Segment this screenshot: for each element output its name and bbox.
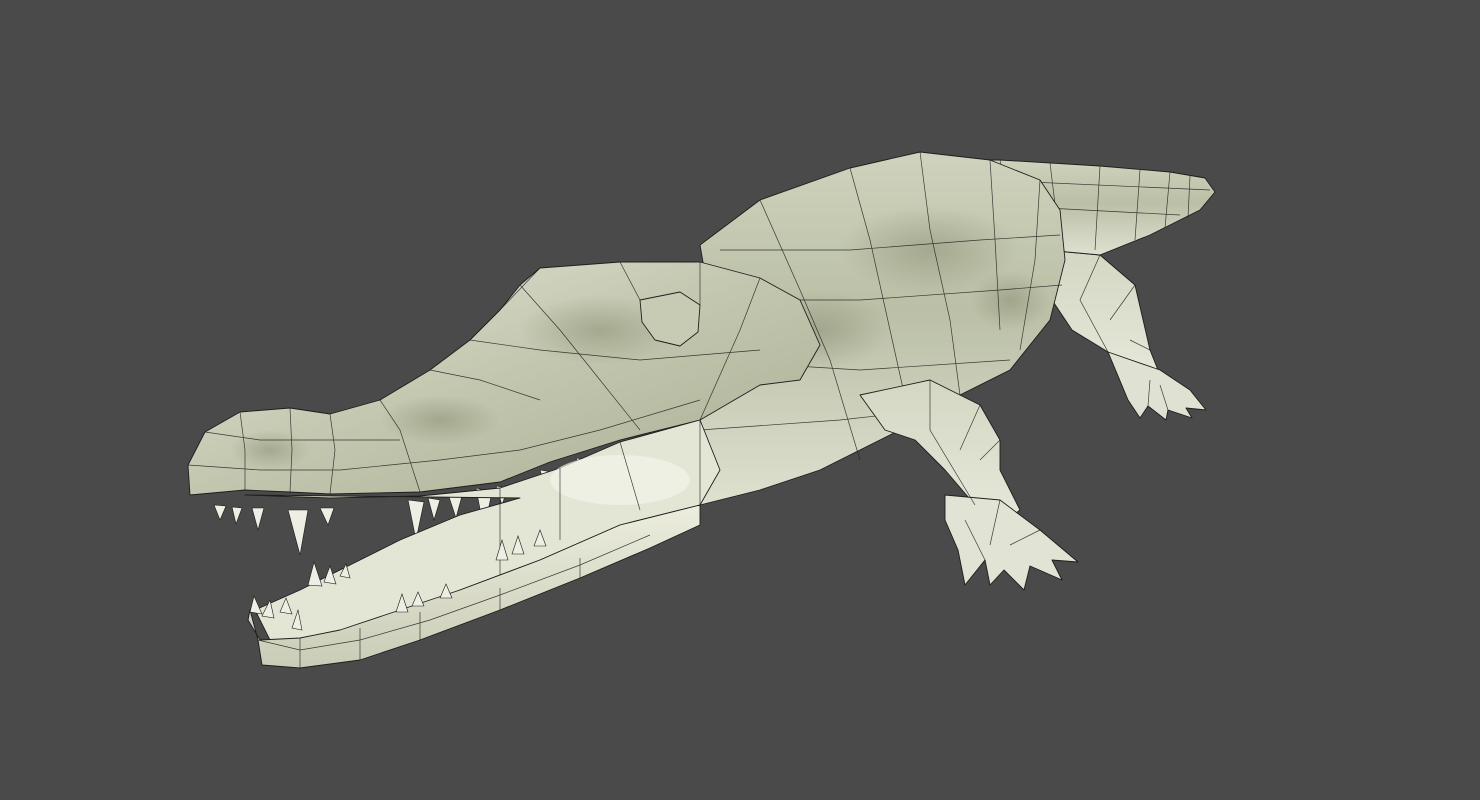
front-leg bbox=[859, 379, 1079, 591]
hind-leg bbox=[1044, 249, 1207, 421]
crocodile-model-icon bbox=[187, 151, 1216, 669]
viewport-canvas[interactable] bbox=[0, 0, 1480, 800]
